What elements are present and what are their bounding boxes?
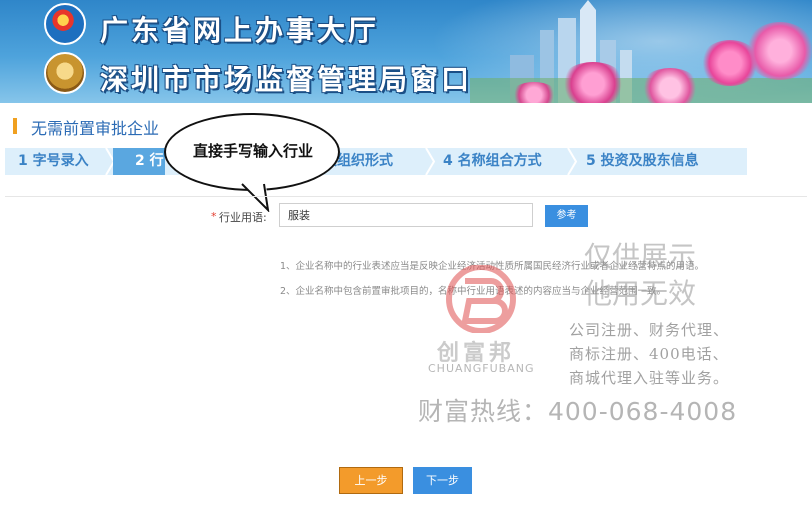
step-separator-chevron <box>425 148 435 175</box>
industry-term-label: 行业用语: <box>219 211 267 224</box>
step-progress-bar: 1 字号录入 2 行 及组织形式 4 名称组合方式 5 投资及股东信息 <box>5 148 747 175</box>
section-marker <box>13 118 17 134</box>
step-4-name-combination[interactable]: 4 名称组合方式 <box>443 148 542 175</box>
header-banner: 广东省网上办事大厅 深圳市市场监督管理局窗口 <box>0 0 812 103</box>
annotation-text: 直接手写输入行业 <box>192 142 313 160</box>
form-divider <box>5 196 807 197</box>
previous-step-button[interactable]: 上一步 <box>339 467 403 494</box>
reference-button[interactable]: 参考 <box>545 205 588 227</box>
watermark-hotline: 财富热线：400-068-4008 <box>418 397 738 426</box>
speech-bubble-tail <box>240 182 270 212</box>
step-2-label: 2 行 <box>135 153 164 169</box>
city-emblem-icon <box>44 52 86 94</box>
industry-term-input[interactable] <box>279 203 533 227</box>
watermark-services-line-1: 公司注册、财务代理、 <box>569 321 730 339</box>
watermark-brand-english: CHUANGFUBANG <box>428 362 535 375</box>
province-emblem-icon <box>44 3 86 45</box>
required-asterisk: * <box>211 210 217 223</box>
banner-title-province: 广东省网上办事大厅 <box>100 14 380 47</box>
flower-decoration <box>745 22 812 80</box>
watermark-services-line-2: 商标注册、400电话、 <box>569 345 729 363</box>
step-2-industry[interactable]: 2 行 <box>113 148 165 175</box>
flower-decoration <box>510 82 558 103</box>
step-5-investment-shareholders[interactable]: 5 投资及股东信息 <box>586 148 699 175</box>
watermark-invalid-for-other-use: 他用无效 <box>584 277 697 310</box>
step-separator-chevron <box>567 148 577 175</box>
banner-title-bureau: 深圳市市场监督管理局窗口 <box>100 63 473 96</box>
watermark-services-line-3: 商城代理入驻等业务。 <box>569 369 730 387</box>
watermark-display-only: 仅供展示 <box>584 240 697 273</box>
flower-decoration <box>560 62 626 103</box>
step-1-name-entry[interactable]: 1 字号录入 <box>18 148 89 175</box>
flower-decoration <box>640 68 700 103</box>
section-title: 无需前置审批企业 <box>31 119 160 138</box>
watermark-logo-icon <box>446 265 516 333</box>
next-step-button[interactable]: 下一步 <box>413 467 472 494</box>
